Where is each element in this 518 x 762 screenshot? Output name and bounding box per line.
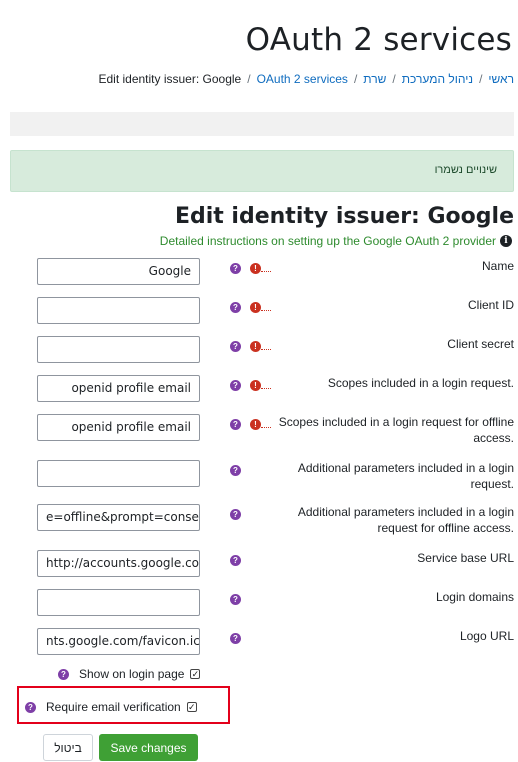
help-icon[interactable]: ? [230,419,241,430]
required-dots [261,348,271,350]
required-icon: ! [250,341,261,352]
help-icon[interactable]: ? [230,633,241,644]
success-alert: שינויים נשמרו [10,150,514,192]
page-title: OAuth 2 services [245,22,512,58]
field-label-params-offline: Additional parameters included in a logi… [297,505,514,535]
required-dots [261,309,271,311]
help-icon[interactable]: ? [230,263,241,274]
help-icon[interactable]: ? [58,668,69,680]
field-label-login-domains: Login domains [435,590,514,604]
show-on-login-page-label: Show on login page [79,667,185,681]
breadcrumb: ראשי / ניהול המערכת / שרת / OAuth 2 serv… [98,72,514,86]
field-label-client-secret: Client secret [447,337,514,351]
breadcrumb-separator: / [392,72,396,86]
help-icon[interactable]: ? [230,341,241,352]
field-label-name: Name [481,259,514,273]
field-label-logo-url: Logo URL [459,629,514,643]
breadcrumb-separator: / [353,72,358,86]
help-icon[interactable]: ? [230,380,241,391]
required-dots [261,426,271,428]
help-icon[interactable]: ? [230,594,241,605]
breadcrumb-oauth2-services[interactable]: OAuth 2 services [257,72,348,86]
show-on-login-page-checkbox[interactable]: ✓ [190,669,201,679]
field-label-params-login: Additional parameters included in a logi… [297,461,514,491]
breadcrumb-current: Edit identity issuer: Google [98,72,242,86]
cancel-button[interactable]: ביטול [43,734,93,761]
logo-url-input[interactable]: nts.google.com/favicon.ico [37,628,200,655]
breadcrumb-server[interactable]: שרת [363,72,386,86]
required-icon: ! [250,263,261,274]
required-dots [261,270,271,272]
info-icon: i [500,235,512,247]
help-icon[interactable]: ? [230,465,241,476]
instructions-row: i Detailed instructions on setting up th… [160,234,512,248]
breadcrumb-separator: / [479,72,483,86]
help-icon[interactable]: ? [230,302,241,313]
required-icon: ! [250,419,261,430]
help-icon[interactable]: ? [230,509,241,520]
scopes-login-input[interactable]: openid profile email [37,375,200,402]
client-secret-input[interactable] [37,336,200,363]
help-icon[interactable]: ? [230,555,241,566]
form-title: Edit identity issuer: Google [174,204,514,229]
help-icon[interactable]: ? [25,701,36,713]
params-login-input[interactable] [37,460,200,487]
breadcrumb-separator: / [247,72,251,86]
params-offline-input[interactable]: e=offline&prompt=consent [37,504,200,531]
save-changes-button[interactable]: Save changes [99,734,198,761]
breadcrumb-home[interactable]: ראשי [488,72,514,86]
secondary-nav-bar [10,112,514,136]
field-label-client-id: Client ID [467,298,514,312]
show-on-login-page-row: ? Show on login page ✓ [58,667,201,681]
require-email-verification-checkbox[interactable]: ✓ [186,702,197,712]
name-input[interactable]: Google [37,258,200,285]
required-dots [261,387,271,389]
service-base-url-input[interactable]: http://accounts.google.com [37,550,200,577]
instructions-link[interactable]: Detailed instructions on setting up the … [160,234,496,248]
require-email-verification-row: ? Require email verification ✓ [25,700,197,714]
required-icon: ! [250,302,261,313]
field-label-service-base-url: Service base URL [417,551,514,565]
required-icon: ! [250,380,261,391]
login-domains-input[interactable] [37,589,200,616]
require-email-verification-label: Require email verification [46,700,181,714]
client-id-input[interactable] [37,297,200,324]
field-label-scopes-offline: Scopes included in a login request for o… [278,415,514,445]
breadcrumb-site-admin[interactable]: ניהול המערכת [402,72,473,86]
alert-text: שינויים נשמרו [434,164,497,176]
field-label-scopes-login: Scopes included in a login request. [327,376,514,390]
scopes-offline-input[interactable]: openid profile email [37,414,200,441]
